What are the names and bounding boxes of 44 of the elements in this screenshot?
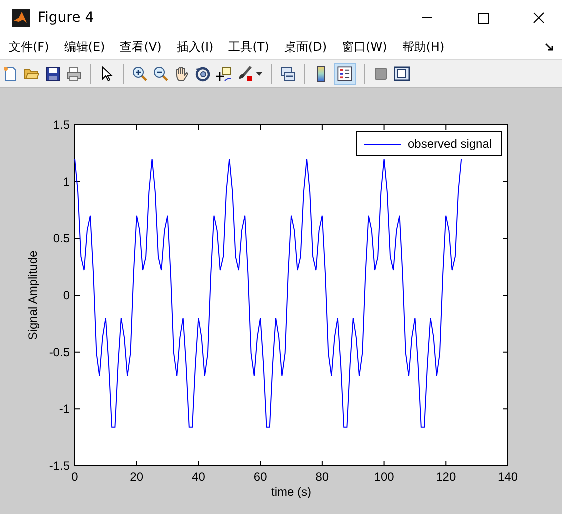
zoom-in-icon[interactable]: [132, 66, 148, 82]
tick-label: 0.5: [53, 232, 70, 246]
tick-label: 20: [130, 470, 144, 484]
tick-label: 0: [63, 288, 70, 302]
window-frame-icon[interactable]: [394, 66, 410, 82]
caret-icon[interactable]: [256, 72, 263, 76]
legend-line: [364, 144, 402, 145]
tick-label: 1: [63, 174, 70, 189]
menu-item[interactable]: 桌面(D): [284, 38, 328, 56]
tick-label: 80: [316, 470, 330, 484]
square-icon[interactable]: [373, 66, 389, 82]
dock-icon[interactable]: [545, 42, 554, 52]
menu-item[interactable]: 编辑(E): [64, 38, 106, 56]
window-title: Figure 4: [38, 10, 94, 26]
tick-label: 40: [192, 470, 206, 484]
tick-label: 1.5: [53, 118, 70, 132]
menu-item[interactable]: 文件(F): [9, 38, 50, 56]
tick-label: 0: [72, 470, 78, 484]
menu-item[interactable]: 查看(V): [120, 38, 162, 56]
tick-label: -0.5: [49, 345, 70, 360]
link-icon[interactable]: [280, 66, 296, 82]
tick-label: 120: [436, 470, 456, 484]
tick-label: 60: [254, 470, 268, 484]
menu-item[interactable]: 帮助(H): [402, 38, 445, 56]
legend-icon[interactable]: [334, 62, 356, 85]
axis-label: time (s): [272, 485, 312, 499]
axis-label: Signal Amplitude: [26, 250, 40, 340]
brush-icon[interactable]: [237, 66, 253, 82]
rotate-icon[interactable]: [195, 66, 211, 82]
print-icon[interactable]: [66, 66, 82, 82]
hand-icon[interactable]: [174, 66, 190, 82]
tick-label: -1: [59, 402, 70, 416]
legend-label: observed signal: [408, 137, 492, 151]
menu-item[interactable]: 窗口(W): [342, 38, 388, 56]
menu-item[interactable]: 工具(T): [228, 38, 270, 56]
data-cursor-icon[interactable]: [216, 66, 232, 82]
tick-label: 100: [374, 470, 394, 484]
new-file-icon[interactable]: [3, 66, 19, 82]
zoom-out-icon[interactable]: [153, 66, 169, 82]
menu-item[interactable]: 插入(I): [176, 38, 214, 56]
save-icon[interactable]: [45, 66, 61, 82]
app-icon: [12, 8, 30, 27]
tick-label: 140: [498, 470, 518, 484]
tick-label: -1.5: [49, 459, 70, 473]
